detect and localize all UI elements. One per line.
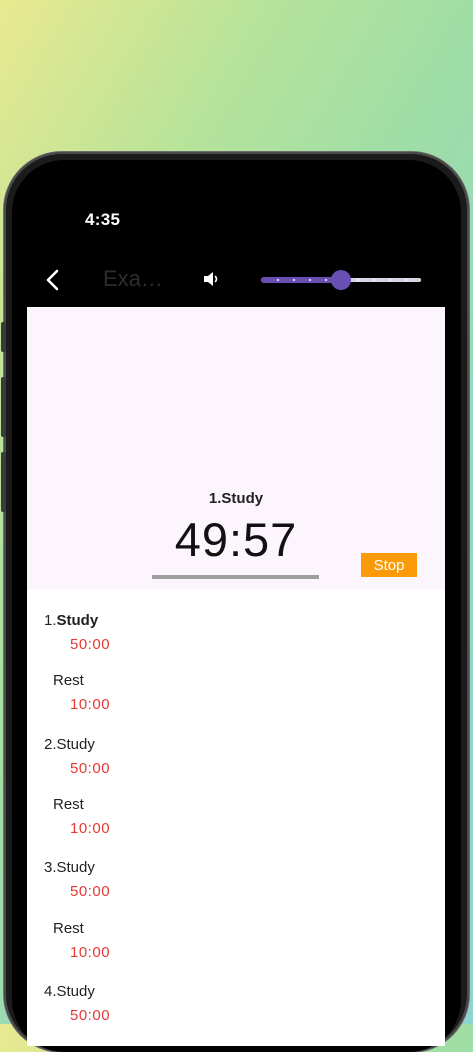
item-duration: 10:00: [70, 696, 111, 713]
slider-tick: [357, 279, 359, 281]
list-item[interactable]: Rest 10:00: [27, 796, 445, 866]
volume-button[interactable]: [201, 268, 223, 290]
list-item[interactable]: 3.Study 50:00: [27, 859, 445, 929]
slider-tick: [373, 279, 375, 281]
timer-panel: 1.Study 49:57 Stop: [27, 307, 445, 590]
mute-switch: [1, 322, 6, 352]
item-title: 1.Study: [44, 612, 99, 629]
item-title: 2.Study: [44, 736, 95, 753]
session-list: 1.Study 50:00 Rest 10:00 2.Study 50:00 R…: [27, 590, 445, 1046]
item-title: Rest: [53, 672, 84, 689]
app-title: Exam...: [103, 266, 173, 291]
speaker-icon: [204, 272, 218, 286]
slider-tick: [277, 279, 279, 281]
stop-button[interactable]: Stop: [361, 553, 417, 577]
slider-tick: [309, 279, 311, 281]
chevron-left-icon: [46, 269, 59, 291]
list-item[interactable]: Rest 10:00: [27, 920, 445, 990]
item-title: 4.Study: [44, 983, 95, 1000]
app-bar: Exam...: [27, 254, 445, 306]
slider-thumb[interactable]: [331, 270, 351, 290]
item-duration: 10:00: [70, 820, 111, 837]
status-time: 4:35: [85, 210, 121, 229]
item-title: 3.Study: [44, 859, 95, 876]
item-duration: 50:00: [70, 1007, 111, 1024]
item-title: Rest: [53, 920, 84, 937]
slider-fill: [261, 277, 341, 283]
countdown-underline: [152, 575, 319, 579]
slider-tick: [325, 279, 327, 281]
list-item[interactable]: 4.Study 50:00: [27, 983, 445, 1046]
item-duration: 50:00: [70, 636, 111, 653]
item-duration: 50:00: [70, 883, 111, 900]
item-duration: 50:00: [70, 760, 111, 777]
volume-up-hardware-button: [1, 377, 6, 437]
item-duration: 10:00: [70, 944, 111, 961]
item-title: Rest: [53, 796, 84, 813]
volume-down-hardware-button: [1, 452, 6, 512]
screen: 4:35 Exam... 1.Study 49:57 Stop 1.Study …: [27, 186, 445, 1046]
slider-tick: [389, 279, 391, 281]
slider-tick: [405, 279, 407, 281]
list-item[interactable]: Rest 10:00: [27, 672, 445, 742]
slider-tick: [293, 279, 295, 281]
back-button[interactable]: [37, 262, 69, 298]
volume-slider[interactable]: [261, 270, 421, 290]
current-session-label: 1.Study: [208, 490, 264, 507]
